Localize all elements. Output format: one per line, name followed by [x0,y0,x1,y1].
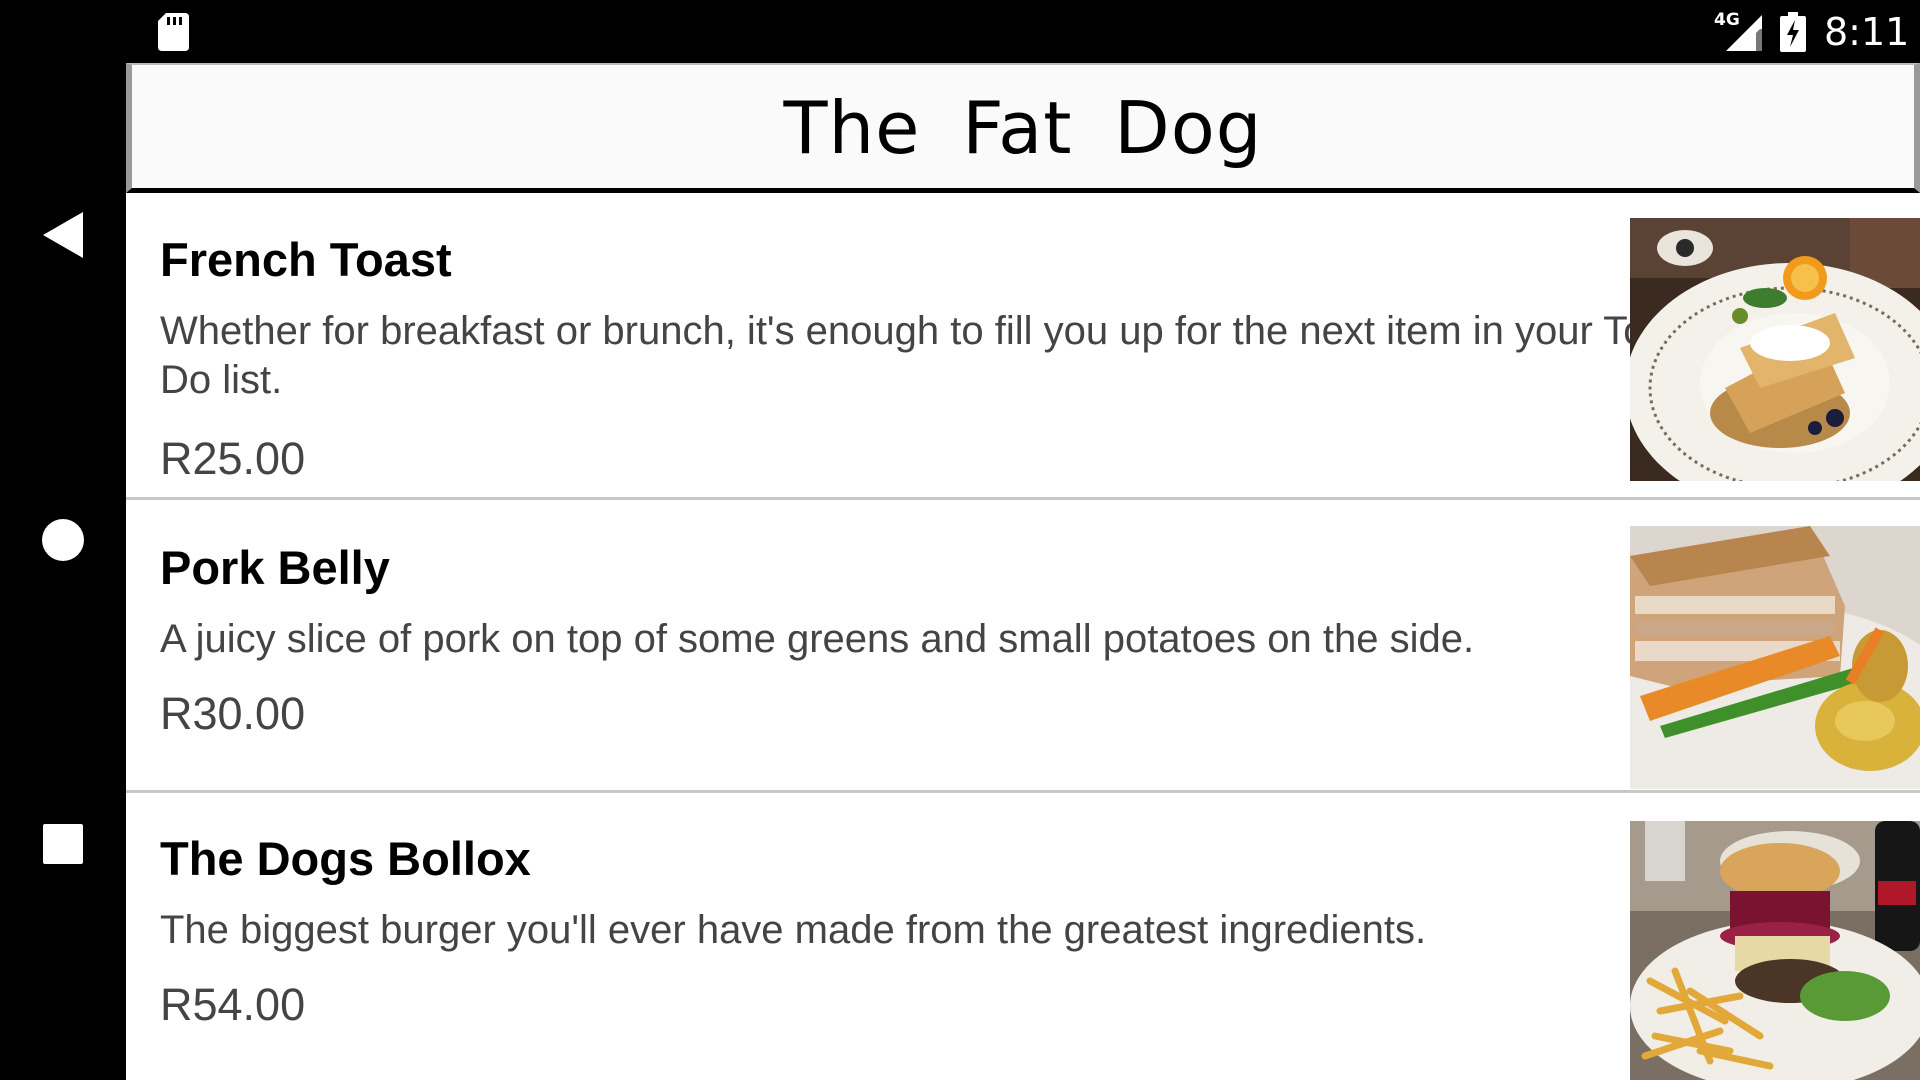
french-toast-photo [1630,218,1920,481]
status-bar: 4G 8:11 [0,0,1920,63]
menu-list[interactable]: French Toast Whether for breakfast or br… [126,200,1920,1080]
burger-photo [1630,821,1920,1080]
item-price: R25.00 [160,433,306,484]
clock: 8:11 [1824,10,1910,54]
item-price: R30.00 [160,688,306,739]
menu-item-french-toast[interactable]: French Toast Whether for breakfast or br… [126,200,1920,500]
app-window: The Fat Dog French Toast Whether for bre… [126,63,1920,1080]
item-description: The biggest burger you'll ever have made… [160,908,1427,952]
home-button[interactable] [38,515,88,565]
back-icon [43,212,83,258]
item-name: The Dogs Bollox [160,832,531,885]
pork-belly-photo [1630,526,1920,789]
recents-icon [43,824,83,864]
item-name: Pork Belly [160,541,390,594]
signal-icon [1726,15,1762,51]
item-price: R54.00 [160,979,306,1030]
navigation-bar [0,63,126,1080]
back-button[interactable] [38,210,88,260]
item-description: Whether for breakfast or brunch, it's en… [160,309,1659,402]
sd-card-icon [158,13,189,51]
app-title: The Fat Dog [783,86,1263,170]
item-description: A juicy slice of pork on top of some gre… [160,617,1475,661]
item-name: French Toast [160,233,452,286]
home-icon [42,519,84,561]
app-header: The Fat Dog [126,63,1920,193]
menu-item-the-dogs-bollox[interactable]: The Dogs Bollox The biggest burger you'l… [126,793,1920,1080]
menu-item-pork-belly[interactable]: Pork Belly A juicy slice of pork on top … [126,500,1920,793]
recents-button[interactable] [38,819,88,869]
battery-charging-icon [1780,12,1806,52]
